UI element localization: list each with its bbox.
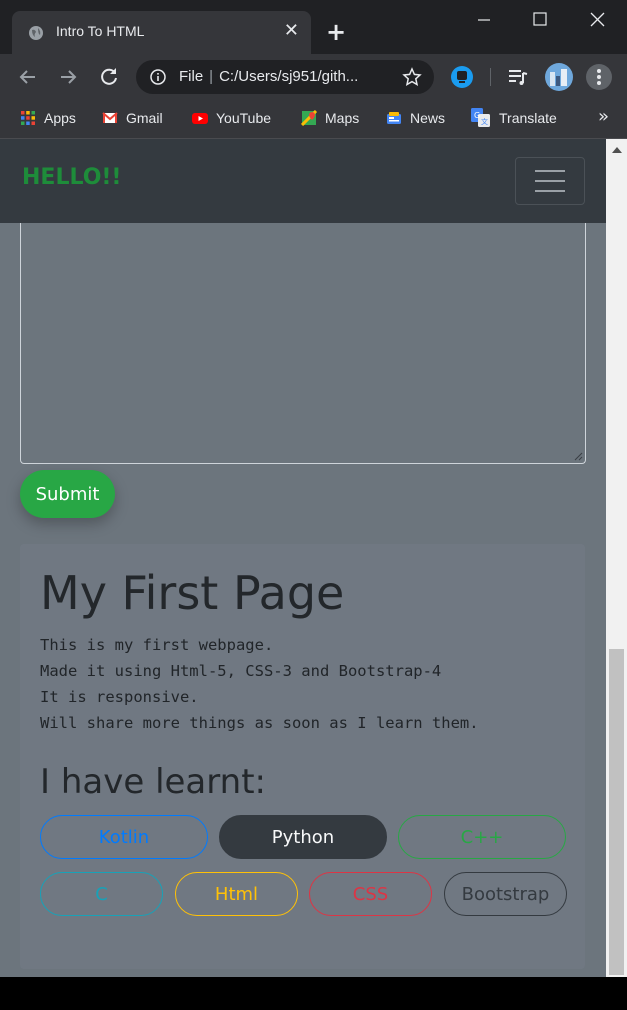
skill-css-button[interactable]: CSS — [309, 872, 432, 916]
scrollbar-thumb[interactable] — [609, 649, 624, 975]
bookmark-gmail[interactable]: Gmail — [102, 108, 163, 128]
reload-icon[interactable] — [97, 65, 121, 89]
bookmark-star-icon[interactable] — [402, 67, 422, 87]
youtube-icon — [192, 113, 208, 124]
maps-icon — [301, 110, 317, 126]
extension-icon[interactable] — [450, 65, 474, 89]
page-title: My First Page — [40, 566, 345, 620]
new-tab-button[interactable]: + — [326, 20, 346, 44]
bookmark-apps[interactable]: Apps — [20, 108, 76, 128]
address-scheme: File — [179, 68, 204, 85]
tab-title: Intro To HTML — [56, 23, 145, 39]
browser-tab[interactable]: Intro To HTML ✕ — [12, 11, 311, 54]
address-bar[interactable]: File | C:/Users/sj951/gith... — [136, 60, 434, 94]
navbar-toggler-button[interactable] — [515, 157, 585, 205]
bookmark-translate[interactable]: G文 Translate — [471, 108, 557, 128]
tab-strip: Intro To HTML ✕ + — [0, 0, 627, 54]
minimize-icon[interactable] — [463, 8, 503, 32]
bookmarks-bar: Apps Gmail YouTube Maps News G文 Translat… — [0, 100, 627, 139]
news-icon — [387, 112, 401, 124]
skill-html-button[interactable]: Html — [175, 872, 298, 916]
bookmark-label: Apps — [44, 110, 76, 126]
address-text: File | C:/Users/sj951/gith... — [179, 68, 359, 85]
close-tab-icon[interactable]: ✕ — [284, 21, 299, 41]
bookmarks-overflow-button[interactable]: » — [598, 106, 609, 127]
intro-text: This is my first webpage. Made it using … — [40, 636, 479, 732]
gmail-icon — [102, 112, 118, 123]
bookmark-label: Translate — [499, 110, 557, 126]
maximize-icon[interactable] — [519, 8, 559, 32]
forward-arrow-icon[interactable] — [56, 65, 80, 89]
page-viewport: Submit My First Page This is my first we… — [0, 139, 606, 977]
media-playlist-icon[interactable] — [506, 65, 530, 89]
skill-kotlin-button[interactable]: Kotlin — [40, 815, 208, 859]
browser-menu-icon[interactable] — [586, 64, 612, 90]
bookmark-youtube[interactable]: YouTube — [192, 108, 271, 128]
skill-bootstrap-button[interactable]: Bootstrap — [444, 872, 567, 916]
browser-toolbar: File | C:/Users/sj951/gith... — [0, 54, 627, 100]
skill-c-button[interactable]: C — [40, 872, 163, 916]
scroll-up-arrow-icon[interactable] — [612, 147, 622, 153]
skill-python-button[interactable]: Python — [219, 815, 387, 859]
svg-text:G: G — [474, 111, 480, 120]
resize-handle-icon[interactable] — [573, 451, 583, 461]
translate-icon: G文 — [471, 108, 490, 127]
globe-icon — [29, 26, 43, 40]
message-textarea[interactable] — [20, 209, 586, 464]
page-scrollbar[interactable] — [606, 139, 627, 977]
browser-window: Intro To HTML ✕ + File | C:/Users/sj951/gi… — [0, 0, 627, 977]
toolbar-divider — [490, 68, 491, 86]
intro-jumbotron: My First Page This is my first webpage. … — [20, 544, 585, 969]
address-path: C:/Users/sj951/gith... — [219, 68, 359, 85]
bookmark-label: Maps — [325, 110, 360, 126]
bookmark-maps[interactable]: Maps — [301, 108, 359, 128]
skill-cpp-button[interactable]: C++ — [398, 815, 566, 859]
hamburger-icon — [535, 170, 565, 172]
bookmark-label: Gmail — [126, 110, 163, 126]
profile-avatar[interactable] — [545, 63, 573, 91]
hamburger-icon — [535, 180, 565, 182]
learnt-heading: I have learnt: — [40, 762, 266, 802]
hamburger-icon — [535, 190, 565, 192]
bookmark-label: YouTube — [216, 110, 272, 126]
navbar-brand[interactable]: HELLO!! — [22, 165, 121, 190]
apps-grid-icon — [21, 111, 35, 125]
top-navbar: HELLO!! — [0, 139, 606, 223]
bookmark-label: News — [410, 110, 446, 126]
info-icon[interactable] — [150, 69, 166, 85]
back-arrow-icon[interactable] — [16, 65, 40, 89]
submit-button[interactable]: Submit — [20, 470, 115, 518]
svg-text:文: 文 — [481, 117, 488, 126]
bookmark-news[interactable]: News — [386, 108, 445, 128]
close-window-icon[interactable] — [577, 8, 617, 32]
